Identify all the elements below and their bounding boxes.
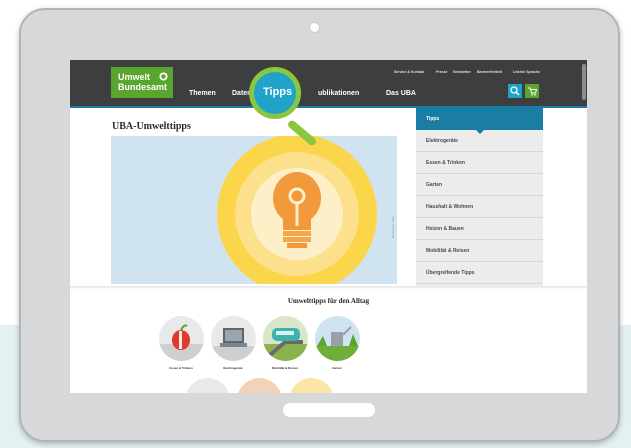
image-credit: Illustration: UBA bbox=[391, 216, 395, 238]
magnifier-label[interactable]: Tipps bbox=[263, 86, 292, 98]
logo-line-2: Bundesamt bbox=[118, 82, 168, 92]
service-link-presse[interactable]: Presse bbox=[436, 70, 447, 74]
lightbulb-icon bbox=[111, 136, 397, 284]
sidebar-item-garten[interactable]: Garten bbox=[416, 174, 543, 196]
service-link-barrierefreiheit[interactable]: Barrierefreiheit bbox=[477, 70, 502, 74]
globe-icon bbox=[159, 72, 168, 81]
category-garten[interactable] bbox=[315, 316, 360, 361]
watering-can-icon bbox=[315, 326, 360, 361]
search-button[interactable] bbox=[508, 84, 522, 98]
service-link-leichte-sprache[interactable]: Leichte Sprache bbox=[513, 70, 540, 74]
site-header: Umwelt Bundesamt Themen Daten ublikation… bbox=[70, 60, 587, 106]
section-divider bbox=[70, 286, 587, 289]
cart-icon bbox=[528, 87, 538, 96]
category-label-garten: Garten bbox=[332, 366, 342, 370]
category-mobilitaet-reisen[interactable] bbox=[263, 316, 308, 361]
category-label-essen-trinken: Essen & Trinken bbox=[169, 366, 193, 370]
service-link-kontakt[interactable]: Service & Kontakt bbox=[394, 70, 424, 74]
service-link-newsletter[interactable]: Newsletter bbox=[453, 70, 471, 74]
sidebar-item-haushalt-wohnen[interactable]: Haushalt & Wohnen bbox=[416, 196, 543, 218]
hero-image bbox=[111, 136, 397, 284]
laptop-icon bbox=[211, 328, 256, 361]
category-label-mobilitaet-reisen: Mobilität & Reisen bbox=[271, 366, 298, 370]
cart-button[interactable] bbox=[525, 84, 539, 98]
category-essen-trinken[interactable] bbox=[159, 316, 204, 361]
tablet-screen: Umwelt Bundesamt Themen Daten ublikation… bbox=[70, 60, 587, 393]
nav-das-uba[interactable]: Das UBA bbox=[386, 90, 416, 97]
sidebar-item-uebergreifende-tipps[interactable]: Übergreifende Tipps bbox=[416, 262, 543, 284]
train-icon bbox=[263, 328, 308, 361]
sidebar-item-tipps[interactable]: Tipps bbox=[416, 108, 543, 130]
nav-themen[interactable]: Themen bbox=[189, 90, 216, 97]
search-icon bbox=[510, 86, 520, 96]
camera-dot bbox=[309, 22, 320, 33]
uba-logo[interactable]: Umwelt Bundesamt bbox=[111, 67, 173, 98]
apple-icon bbox=[159, 324, 204, 361]
category-partial-3[interactable] bbox=[289, 378, 334, 393]
home-button[interactable] bbox=[283, 403, 375, 417]
section-title: Umwelttipps für den Alltag bbox=[287, 297, 370, 305]
scrollbar[interactable] bbox=[582, 64, 586, 100]
category-label-elektrogeraete: Elektrogeräte bbox=[223, 366, 243, 370]
sidebar-item-heizen-bauen[interactable]: Heizen & Bauen bbox=[416, 218, 543, 240]
category-elektrogeraete[interactable] bbox=[211, 316, 256, 361]
nav-publikationen[interactable]: ublikationen bbox=[318, 90, 359, 97]
category-partial-1[interactable] bbox=[185, 378, 230, 393]
active-indicator bbox=[476, 130, 484, 134]
page-title: UBA-Umwelttipps bbox=[112, 121, 191, 132]
category-partial-2[interactable] bbox=[237, 378, 282, 393]
sidebar-nav: Tipps Elektrogeräte Essen & Trinken Gart… bbox=[416, 108, 543, 288]
sidebar-item-essen-trinken[interactable]: Essen & Trinken bbox=[416, 152, 543, 174]
sidebar-item-mobilitaet-reisen[interactable]: Mobilität & Reisen bbox=[416, 240, 543, 262]
